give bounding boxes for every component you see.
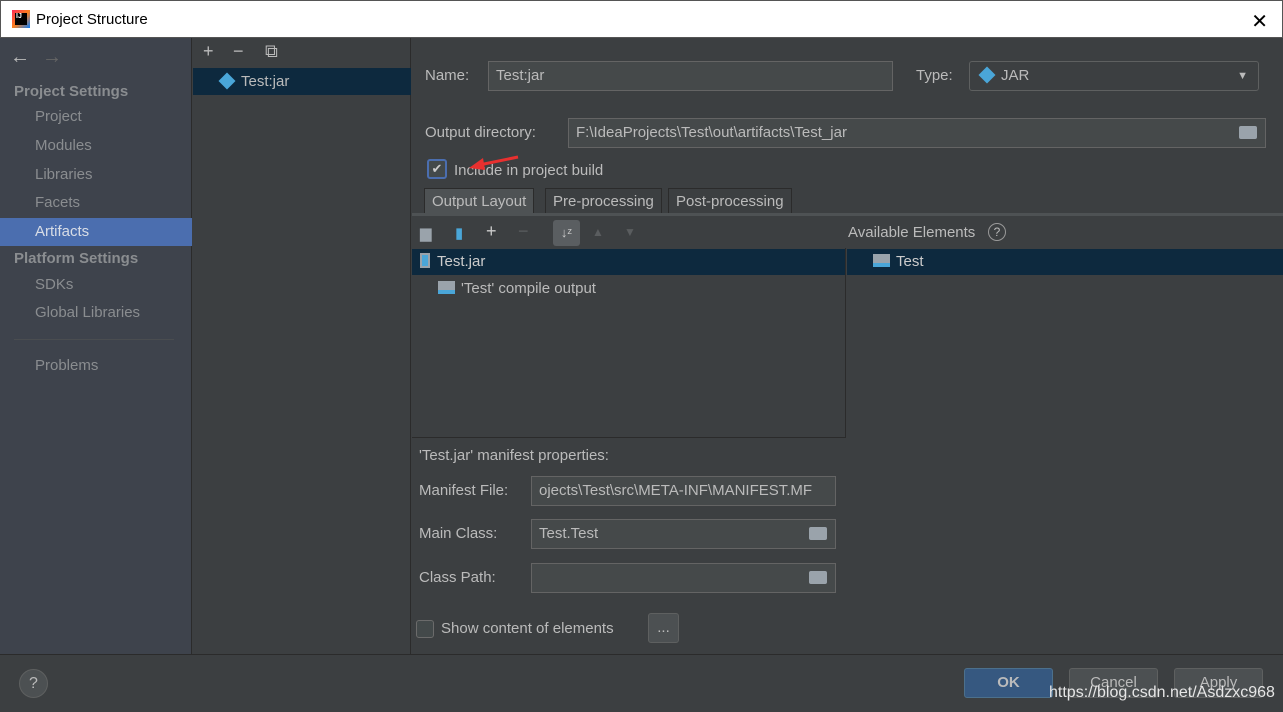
output-directory-label: Output directory: [425, 124, 536, 141]
tree-item-compile-output[interactable]: 'Test' compile output [438, 276, 596, 302]
sidebar-item-sdks[interactable]: SDKs [0, 271, 192, 299]
window-title: Project Structure [36, 11, 148, 28]
available-item[interactable]: Test [847, 249, 1283, 275]
sidebar-item-project[interactable]: Project [0, 103, 192, 131]
type-label: Type: [916, 67, 953, 84]
annotation-arrow-icon [469, 155, 519, 170]
help-button[interactable]: ? [19, 669, 48, 698]
show-content-label: Show content of elements [441, 620, 614, 637]
sort-icon[interactable]: ↓ᶻ [553, 220, 580, 246]
artifact-icon [218, 72, 236, 90]
tree-item-label: Test.jar [437, 253, 486, 270]
sidebar-item-global-libraries[interactable]: Global Libraries [0, 299, 192, 327]
more-button[interactable]: ... [648, 613, 679, 643]
chevron-down-icon: ▼ [1237, 70, 1248, 82]
class-path-input[interactable] [531, 563, 836, 593]
watermark: https://blog.csdn.net/Asdzxc968 [1049, 684, 1275, 701]
add-icon[interactable]: + [203, 41, 214, 62]
intellij-logo-icon: IJ [12, 10, 30, 28]
folder-icon[interactable] [809, 571, 827, 584]
section-project-settings: Project Settings [14, 83, 129, 100]
name-label: Name: [425, 67, 470, 84]
sidebar: ← → Project Settings Project Modules Lib… [0, 38, 192, 654]
sidebar-item-libraries[interactable]: Libraries [0, 161, 192, 189]
sidebar-item-artifacts[interactable]: Artifacts [0, 218, 192, 246]
main-class-input[interactable]: Test.Test [531, 519, 836, 549]
remove-icon[interactable]: − [233, 41, 244, 62]
title-bar: IJ Project Structure ✕ [0, 0, 1283, 38]
available-elements-label: Available Elements [848, 224, 976, 241]
manifest-title: 'Test.jar' manifest properties: [419, 447, 609, 464]
tab-underline [412, 213, 1283, 216]
output-directory-input[interactable]: F:\IdeaProjects\Test\out\artifacts\Test_… [568, 118, 1266, 148]
move-up-icon[interactable]: ▲ [592, 225, 604, 239]
type-value: JAR [1001, 67, 1030, 84]
artifacts-list-panel: + − ⧉ Test:jar [193, 38, 411, 654]
tab-output-layout[interactable]: Output Layout [424, 188, 535, 214]
sidebar-item-facets[interactable]: Facets [0, 189, 192, 217]
sidebar-item-problems[interactable]: Problems [0, 352, 192, 380]
section-platform-settings: Platform Settings [14, 250, 139, 267]
forward-icon[interactable]: → [42, 46, 62, 69]
new-directory-icon[interactable]: ▆ [420, 224, 432, 242]
tree-item-jar[interactable]: Test.jar [412, 249, 845, 275]
move-down-icon[interactable]: ▼ [624, 225, 636, 239]
type-select[interactable]: JAR ▼ [969, 61, 1259, 91]
main-class-label: Main Class: [419, 525, 498, 542]
tree-item-label: 'Test' compile output [461, 280, 596, 297]
remove-element-icon[interactable]: − [518, 221, 529, 242]
divider [14, 339, 174, 340]
tab-pre-processing[interactable]: Pre-processing [545, 188, 662, 214]
copy-icon[interactable]: ⧉ [265, 41, 278, 62]
archive-icon[interactable]: ▮ [455, 224, 463, 242]
sidebar-item-modules[interactable]: Modules [0, 132, 192, 160]
main-class-value: Test.Test [539, 525, 599, 542]
tab-post-processing[interactable]: Post-processing [668, 188, 792, 214]
name-input[interactable]: Test:jar [488, 61, 893, 91]
artifact-item[interactable]: Test:jar [193, 68, 411, 95]
module-folder-icon [438, 281, 455, 294]
ok-button[interactable]: OK [964, 668, 1053, 698]
available-item-label: Test [896, 253, 924, 270]
output-layout-tree: Test.jar 'Test' compile output [412, 248, 846, 438]
add-copy-icon[interactable]: + [486, 221, 497, 242]
jar-type-icon [978, 66, 996, 84]
output-directory-value: F:\IdeaProjects\Test\out\artifacts\Test_… [576, 124, 847, 141]
manifest-file-input[interactable]: ojects\Test\src\META-INF\MANIFEST.MF [531, 476, 836, 506]
module-folder-icon [873, 254, 890, 267]
include-in-build-checkbox[interactable]: ✔ [427, 159, 447, 179]
show-content-checkbox[interactable] [416, 620, 434, 638]
close-icon[interactable]: ✕ [1251, 9, 1268, 34]
help-icon[interactable]: ? [988, 223, 1006, 241]
back-icon[interactable]: ← [10, 46, 30, 69]
class-path-label: Class Path: [419, 569, 496, 586]
artifact-label: Test:jar [241, 73, 290, 90]
folder-icon[interactable] [809, 527, 827, 540]
manifest-file-label: Manifest File: [419, 482, 509, 499]
jar-icon [420, 253, 430, 268]
folder-icon[interactable] [1239, 126, 1257, 139]
